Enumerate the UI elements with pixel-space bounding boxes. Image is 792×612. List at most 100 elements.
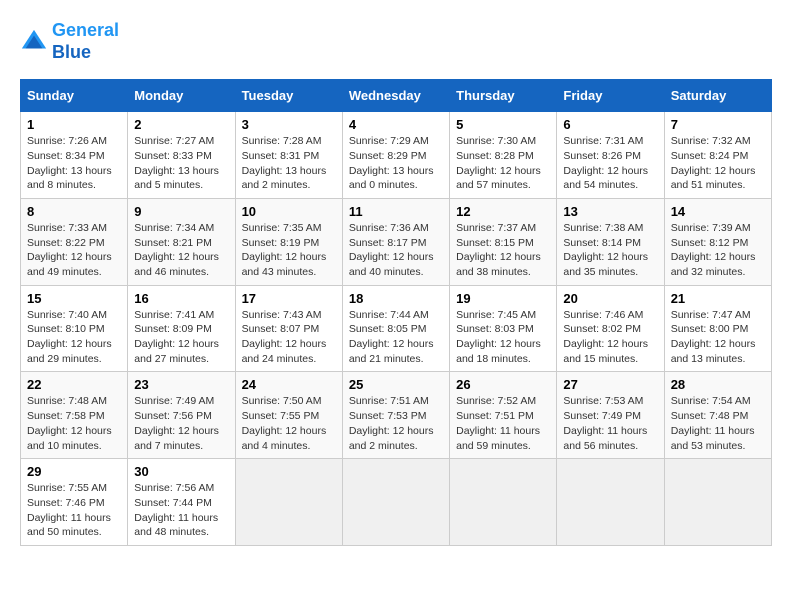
day-info: Sunrise: 7:53 AM Sunset: 7:49 PM Dayligh… bbox=[563, 394, 657, 453]
day-info: Sunrise: 7:33 AM Sunset: 8:22 PM Dayligh… bbox=[27, 221, 121, 280]
day-info: Sunrise: 7:39 AM Sunset: 8:12 PM Dayligh… bbox=[671, 221, 765, 280]
day-info: Sunrise: 7:36 AM Sunset: 8:17 PM Dayligh… bbox=[349, 221, 443, 280]
day-number: 22 bbox=[27, 377, 121, 392]
day-info: Sunrise: 7:49 AM Sunset: 7:56 PM Dayligh… bbox=[134, 394, 228, 453]
calendar-cell: 14Sunrise: 7:39 AM Sunset: 8:12 PM Dayli… bbox=[664, 198, 771, 285]
logo-text: General Blue bbox=[52, 20, 119, 63]
day-info: Sunrise: 7:35 AM Sunset: 8:19 PM Dayligh… bbox=[242, 221, 336, 280]
day-number: 23 bbox=[134, 377, 228, 392]
calendar-cell: 17 Sunrise: 7:43 AM Sunset: 8:07 PM Dayli… bbox=[235, 285, 342, 372]
day-number: 15 bbox=[27, 291, 121, 306]
day-number: 10 bbox=[242, 204, 336, 219]
days-of-week-header: SundayMondayTuesdayWednesdayThursdayFrid… bbox=[21, 80, 772, 112]
day-info: Sunrise: 7:46 AM Sunset: 8:02 PM Dayligh… bbox=[563, 308, 657, 367]
dow-sunday: Sunday bbox=[21, 80, 128, 112]
logo: General Blue bbox=[20, 20, 119, 63]
day-info: Sunrise: 7:50 AM Sunset: 7:55 PM Dayligh… bbox=[242, 394, 336, 453]
week-row-5: 29 Sunrise: 7:55 AM Sunset: 7:46 PM Dayli… bbox=[21, 459, 772, 546]
day-number: 16 bbox=[134, 291, 228, 306]
calendar-cell bbox=[557, 459, 664, 546]
day-number: 24 bbox=[242, 377, 336, 392]
day-number: 29 bbox=[27, 464, 121, 479]
calendar-body: 1 Sunrise: 7:26 AM Sunset: 8:34 PM Daylig… bbox=[21, 112, 772, 546]
week-row-1: 1 Sunrise: 7:26 AM Sunset: 8:34 PM Daylig… bbox=[21, 112, 772, 199]
calendar-cell bbox=[450, 459, 557, 546]
day-info: Sunrise: 7:38 AM Sunset: 8:14 PM Dayligh… bbox=[563, 221, 657, 280]
day-number: 8 bbox=[27, 204, 121, 219]
calendar-cell: 19 Sunrise: 7:45 AM Sunset: 8:03 PM Dayli… bbox=[450, 285, 557, 372]
calendar-cell: 12 Sunrise: 7:37 AM Sunset: 8:15 PM Dayli… bbox=[450, 198, 557, 285]
day-number: 7 bbox=[671, 117, 765, 132]
calendar-cell: 22 Sunrise: 7:48 AM Sunset: 7:58 PM Dayli… bbox=[21, 372, 128, 459]
day-number: 13 bbox=[563, 204, 657, 219]
day-number: 30 bbox=[134, 464, 228, 479]
week-row-2: 8 Sunrise: 7:33 AM Sunset: 8:22 PM Daylig… bbox=[21, 198, 772, 285]
day-info: Sunrise: 7:34 AM Sunset: 8:21 PM Dayligh… bbox=[134, 221, 228, 280]
calendar-cell: 2 Sunrise: 7:27 AM Sunset: 8:33 PM Daylig… bbox=[128, 112, 235, 199]
day-info: Sunrise: 7:30 AM Sunset: 8:28 PM Dayligh… bbox=[456, 134, 550, 193]
calendar-cell: 27 Sunrise: 7:53 AM Sunset: 7:49 PM Dayli… bbox=[557, 372, 664, 459]
day-info: Sunrise: 7:52 AM Sunset: 7:51 PM Dayligh… bbox=[456, 394, 550, 453]
day-number: 19 bbox=[456, 291, 550, 306]
calendar-cell: 4 Sunrise: 7:29 AM Sunset: 8:29 PM Daylig… bbox=[342, 112, 449, 199]
day-number: 20 bbox=[563, 291, 657, 306]
day-number: 25 bbox=[349, 377, 443, 392]
dow-thursday: Thursday bbox=[450, 80, 557, 112]
day-number: 17 bbox=[242, 291, 336, 306]
day-info: Sunrise: 7:48 AM Sunset: 7:58 PM Dayligh… bbox=[27, 394, 121, 453]
day-number: 28 bbox=[671, 377, 765, 392]
day-info: Sunrise: 7:37 AM Sunset: 8:15 PM Dayligh… bbox=[456, 221, 550, 280]
calendar-cell: 24 Sunrise: 7:50 AM Sunset: 7:55 PM Dayli… bbox=[235, 372, 342, 459]
day-number: 5 bbox=[456, 117, 550, 132]
calendar-table: SundayMondayTuesdayWednesdayThursdayFrid… bbox=[20, 79, 772, 546]
dow-friday: Friday bbox=[557, 80, 664, 112]
week-row-4: 22 Sunrise: 7:48 AM Sunset: 7:58 PM Dayli… bbox=[21, 372, 772, 459]
day-info: Sunrise: 7:56 AM Sunset: 7:44 PM Dayligh… bbox=[134, 481, 228, 540]
day-number: 9 bbox=[134, 204, 228, 219]
calendar-cell: 5 Sunrise: 7:30 AM Sunset: 8:28 PM Daylig… bbox=[450, 112, 557, 199]
calendar-cell: 20 Sunrise: 7:46 AM Sunset: 8:02 PM Dayli… bbox=[557, 285, 664, 372]
calendar-cell: 6Sunrise: 7:31 AM Sunset: 8:26 PM Daylig… bbox=[557, 112, 664, 199]
day-info: Sunrise: 7:51 AM Sunset: 7:53 PM Dayligh… bbox=[349, 394, 443, 453]
day-info: Sunrise: 7:43 AM Sunset: 8:07 PM Dayligh… bbox=[242, 308, 336, 367]
day-number: 18 bbox=[349, 291, 443, 306]
calendar-cell: 18 Sunrise: 7:44 AM Sunset: 8:05 PM Dayli… bbox=[342, 285, 449, 372]
calendar-cell: 15 Sunrise: 7:40 AM Sunset: 8:10 PM Dayli… bbox=[21, 285, 128, 372]
day-info: Sunrise: 7:55 AM Sunset: 7:46 PM Dayligh… bbox=[27, 481, 121, 540]
calendar-cell: 29 Sunrise: 7:55 AM Sunset: 7:46 PM Dayli… bbox=[21, 459, 128, 546]
day-info: Sunrise: 7:28 AM Sunset: 8:31 PM Dayligh… bbox=[242, 134, 336, 193]
day-info: Sunrise: 7:40 AM Sunset: 8:10 PM Dayligh… bbox=[27, 308, 121, 367]
calendar-cell: 11 Sunrise: 7:36 AM Sunset: 8:17 PM Dayli… bbox=[342, 198, 449, 285]
calendar-cell: 26 Sunrise: 7:52 AM Sunset: 7:51 PM Dayli… bbox=[450, 372, 557, 459]
calendar-cell: 25 Sunrise: 7:51 AM Sunset: 7:53 PM Dayli… bbox=[342, 372, 449, 459]
day-number: 21 bbox=[671, 291, 765, 306]
day-number: 2 bbox=[134, 117, 228, 132]
day-number: 12 bbox=[456, 204, 550, 219]
day-number: 26 bbox=[456, 377, 550, 392]
calendar-cell: 16 Sunrise: 7:41 AM Sunset: 8:09 PM Dayli… bbox=[128, 285, 235, 372]
calendar-cell: 9 Sunrise: 7:34 AM Sunset: 8:21 PM Daylig… bbox=[128, 198, 235, 285]
calendar-cell: 7 Sunrise: 7:32 AM Sunset: 8:24 PM Daylig… bbox=[664, 112, 771, 199]
day-info: Sunrise: 7:32 AM Sunset: 8:24 PM Dayligh… bbox=[671, 134, 765, 193]
calendar-cell: 8 Sunrise: 7:33 AM Sunset: 8:22 PM Daylig… bbox=[21, 198, 128, 285]
day-number: 27 bbox=[563, 377, 657, 392]
day-info: Sunrise: 7:27 AM Sunset: 8:33 PM Dayligh… bbox=[134, 134, 228, 193]
day-info: Sunrise: 7:26 AM Sunset: 8:34 PM Dayligh… bbox=[27, 134, 121, 193]
day-info: Sunrise: 7:41 AM Sunset: 8:09 PM Dayligh… bbox=[134, 308, 228, 367]
day-number: 11 bbox=[349, 204, 443, 219]
calendar-cell: 13 Sunrise: 7:38 AM Sunset: 8:14 PM Dayli… bbox=[557, 198, 664, 285]
day-info: Sunrise: 7:45 AM Sunset: 8:03 PM Dayligh… bbox=[456, 308, 550, 367]
day-info: Sunrise: 7:31 AM Sunset: 8:26 PM Dayligh… bbox=[563, 134, 657, 193]
calendar-cell bbox=[342, 459, 449, 546]
day-info: Sunrise: 7:44 AM Sunset: 8:05 PM Dayligh… bbox=[349, 308, 443, 367]
dow-wednesday: Wednesday bbox=[342, 80, 449, 112]
day-number: 4 bbox=[349, 117, 443, 132]
calendar-cell: 23 Sunrise: 7:49 AM Sunset: 7:56 PM Dayli… bbox=[128, 372, 235, 459]
dow-saturday: Saturday bbox=[664, 80, 771, 112]
day-number: 1 bbox=[27, 117, 121, 132]
day-info: Sunrise: 7:29 AM Sunset: 8:29 PM Dayligh… bbox=[349, 134, 443, 193]
calendar-cell: 21Sunrise: 7:47 AM Sunset: 8:00 PM Dayli… bbox=[664, 285, 771, 372]
day-info: Sunrise: 7:54 AM Sunset: 7:48 PM Dayligh… bbox=[671, 394, 765, 453]
calendar-cell: 3 Sunrise: 7:28 AM Sunset: 8:31 PM Daylig… bbox=[235, 112, 342, 199]
day-number: 3 bbox=[242, 117, 336, 132]
